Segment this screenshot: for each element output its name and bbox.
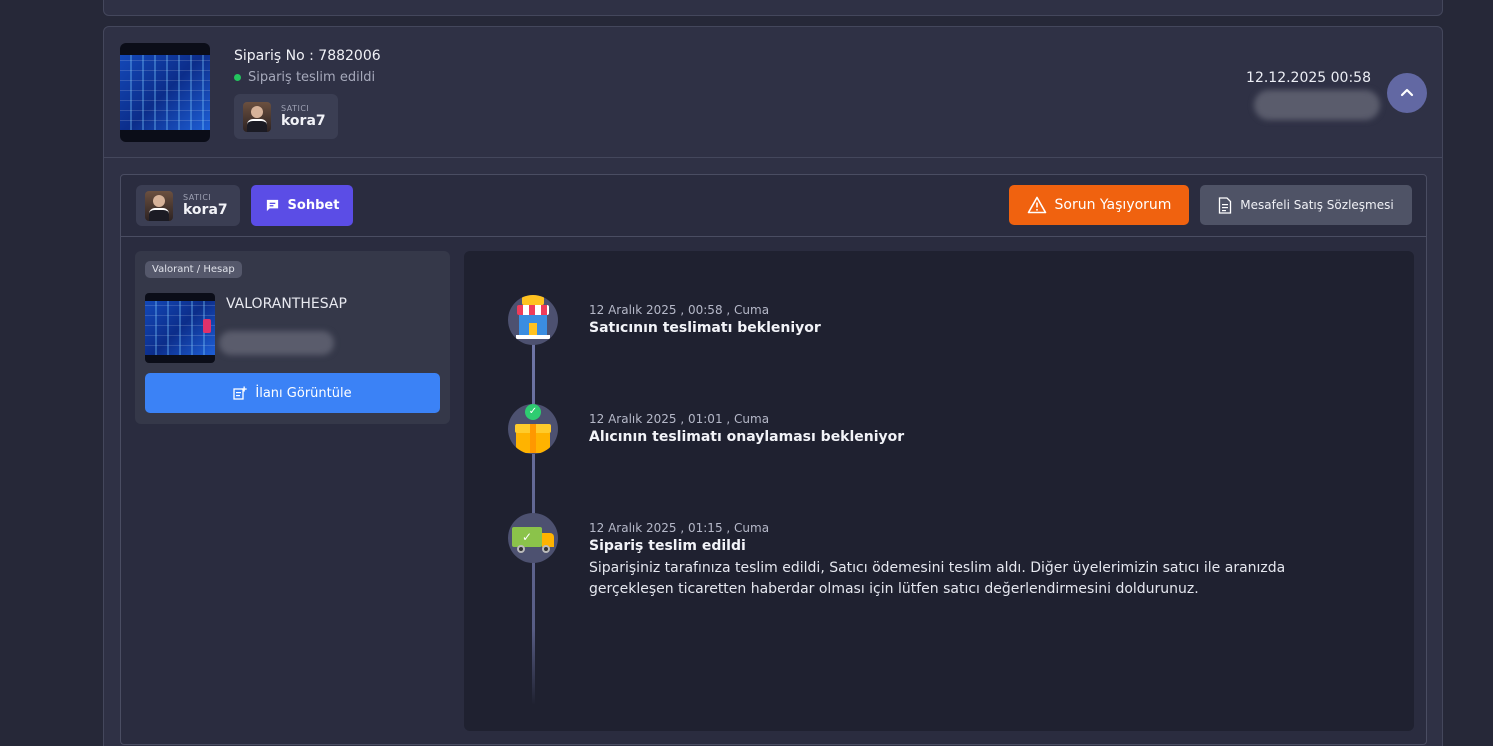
game-screenshot-small (145, 301, 215, 355)
package-check-icon: ✓ (508, 404, 558, 454)
product-thumbnail-small (145, 293, 215, 363)
seller-avatar (243, 101, 271, 132)
timeline-step-3-description: Siparişiniz tarafınıza teslim edildi, Sa… (589, 560, 1286, 597)
edit-note-icon (233, 386, 248, 400)
timeline-step-1-date: 12 Aralık 2025 , 00:58 , Cuma (589, 303, 770, 317)
status-dot-icon (234, 74, 241, 81)
game-screenshot (120, 54, 210, 131)
distance-sales-contract-button[interactable]: Mesafeli Satış Sözleşmesi (1200, 185, 1412, 225)
category-tag: Valorant / Hesap (145, 261, 242, 278)
view-listing-button[interactable]: İlanı Görüntüle (145, 373, 440, 413)
order-number: Sipariş No : 7882006 (234, 48, 381, 64)
report-problem-button[interactable]: Sorun Yaşıyorum (1009, 185, 1189, 225)
chevron-up-icon (1400, 88, 1414, 97)
delivery-truck-icon: ✓ (508, 513, 558, 563)
order-header[interactable]: Sipariş No : 7882006 Sipariş teslim edil… (104, 27, 1442, 158)
timeline-step-2: 12 Aralık 2025 , 01:01 , Cuma Alıcının t… (589, 412, 904, 445)
store-icon (508, 295, 558, 345)
timeline-step-3-date: 12 Aralık 2025 , 01:15 , Cuma (589, 521, 770, 535)
order-detail-box: SATICI kora7 Sohbet Sorun Yaşıyorum Mesa… (120, 174, 1427, 745)
chat-button[interactable]: Sohbet (251, 185, 353, 226)
product-panel: Valorant / Hesap VALORANTHESAP İlanı Gör… (135, 251, 450, 424)
product-thumbnail (120, 43, 210, 142)
document-icon (1219, 196, 1232, 214)
chat-button-label: Sohbet (287, 198, 340, 213)
seller-label: SATICI (281, 104, 310, 113)
order-timeline: 12 Aralık 2025 , 00:58 , Cuma Satıcının … (464, 251, 1414, 731)
collapse-button[interactable] (1387, 73, 1427, 113)
redacted-price (1254, 90, 1380, 120)
timeline-step-1: 12 Aralık 2025 , 00:58 , Cuma Satıcının … (589, 303, 821, 336)
order-status-text: Sipariş teslim edildi (248, 70, 376, 85)
toolbar-seller-label: SATICI (183, 193, 212, 202)
chat-icon (266, 199, 278, 212)
order-card: Sipariş No : 7882006 Sipariş teslim edil… (103, 26, 1443, 746)
toolbar-seller-name: kora7 (183, 202, 228, 218)
detail-toolbar: SATICI kora7 Sohbet Sorun Yaşıyorum Mesa… (121, 175, 1426, 237)
report-problem-label: Sorun Yaşıyorum (1054, 197, 1172, 213)
order-date: 12.12.2025 00:58 (1246, 70, 1371, 86)
timeline-step-1-title: Satıcının teslimatı bekleniyor (589, 320, 821, 336)
timeline-step-2-date: 12 Aralık 2025 , 01:01 , Cuma (589, 412, 770, 426)
product-title: VALORANTHESAP (226, 296, 347, 312)
redacted-subtitle (219, 331, 334, 355)
timeline-step-2-title: Alıcının teslimatı onaylaması bekleniyor (589, 429, 905, 445)
contract-button-label: Mesafeli Satış Sözleşmesi (1240, 198, 1394, 212)
toolbar-seller-chip[interactable]: SATICI kora7 (136, 185, 240, 226)
toolbar-seller-avatar (145, 190, 173, 221)
seller-chip[interactable]: SATICI kora7 (234, 94, 338, 139)
warning-icon (1027, 196, 1046, 214)
timeline-step-3: 12 Aralık 2025 , 01:15 , Cuma Sipariş te… (589, 521, 1289, 600)
view-listing-label: İlanı Görüntüle (255, 385, 352, 401)
timeline-step-3-title: Sipariş teslim edildi (589, 538, 746, 554)
seller-name: kora7 (281, 113, 326, 129)
order-status: Sipariş teslim edildi (234, 70, 375, 85)
previous-order-card (103, 0, 1443, 16)
